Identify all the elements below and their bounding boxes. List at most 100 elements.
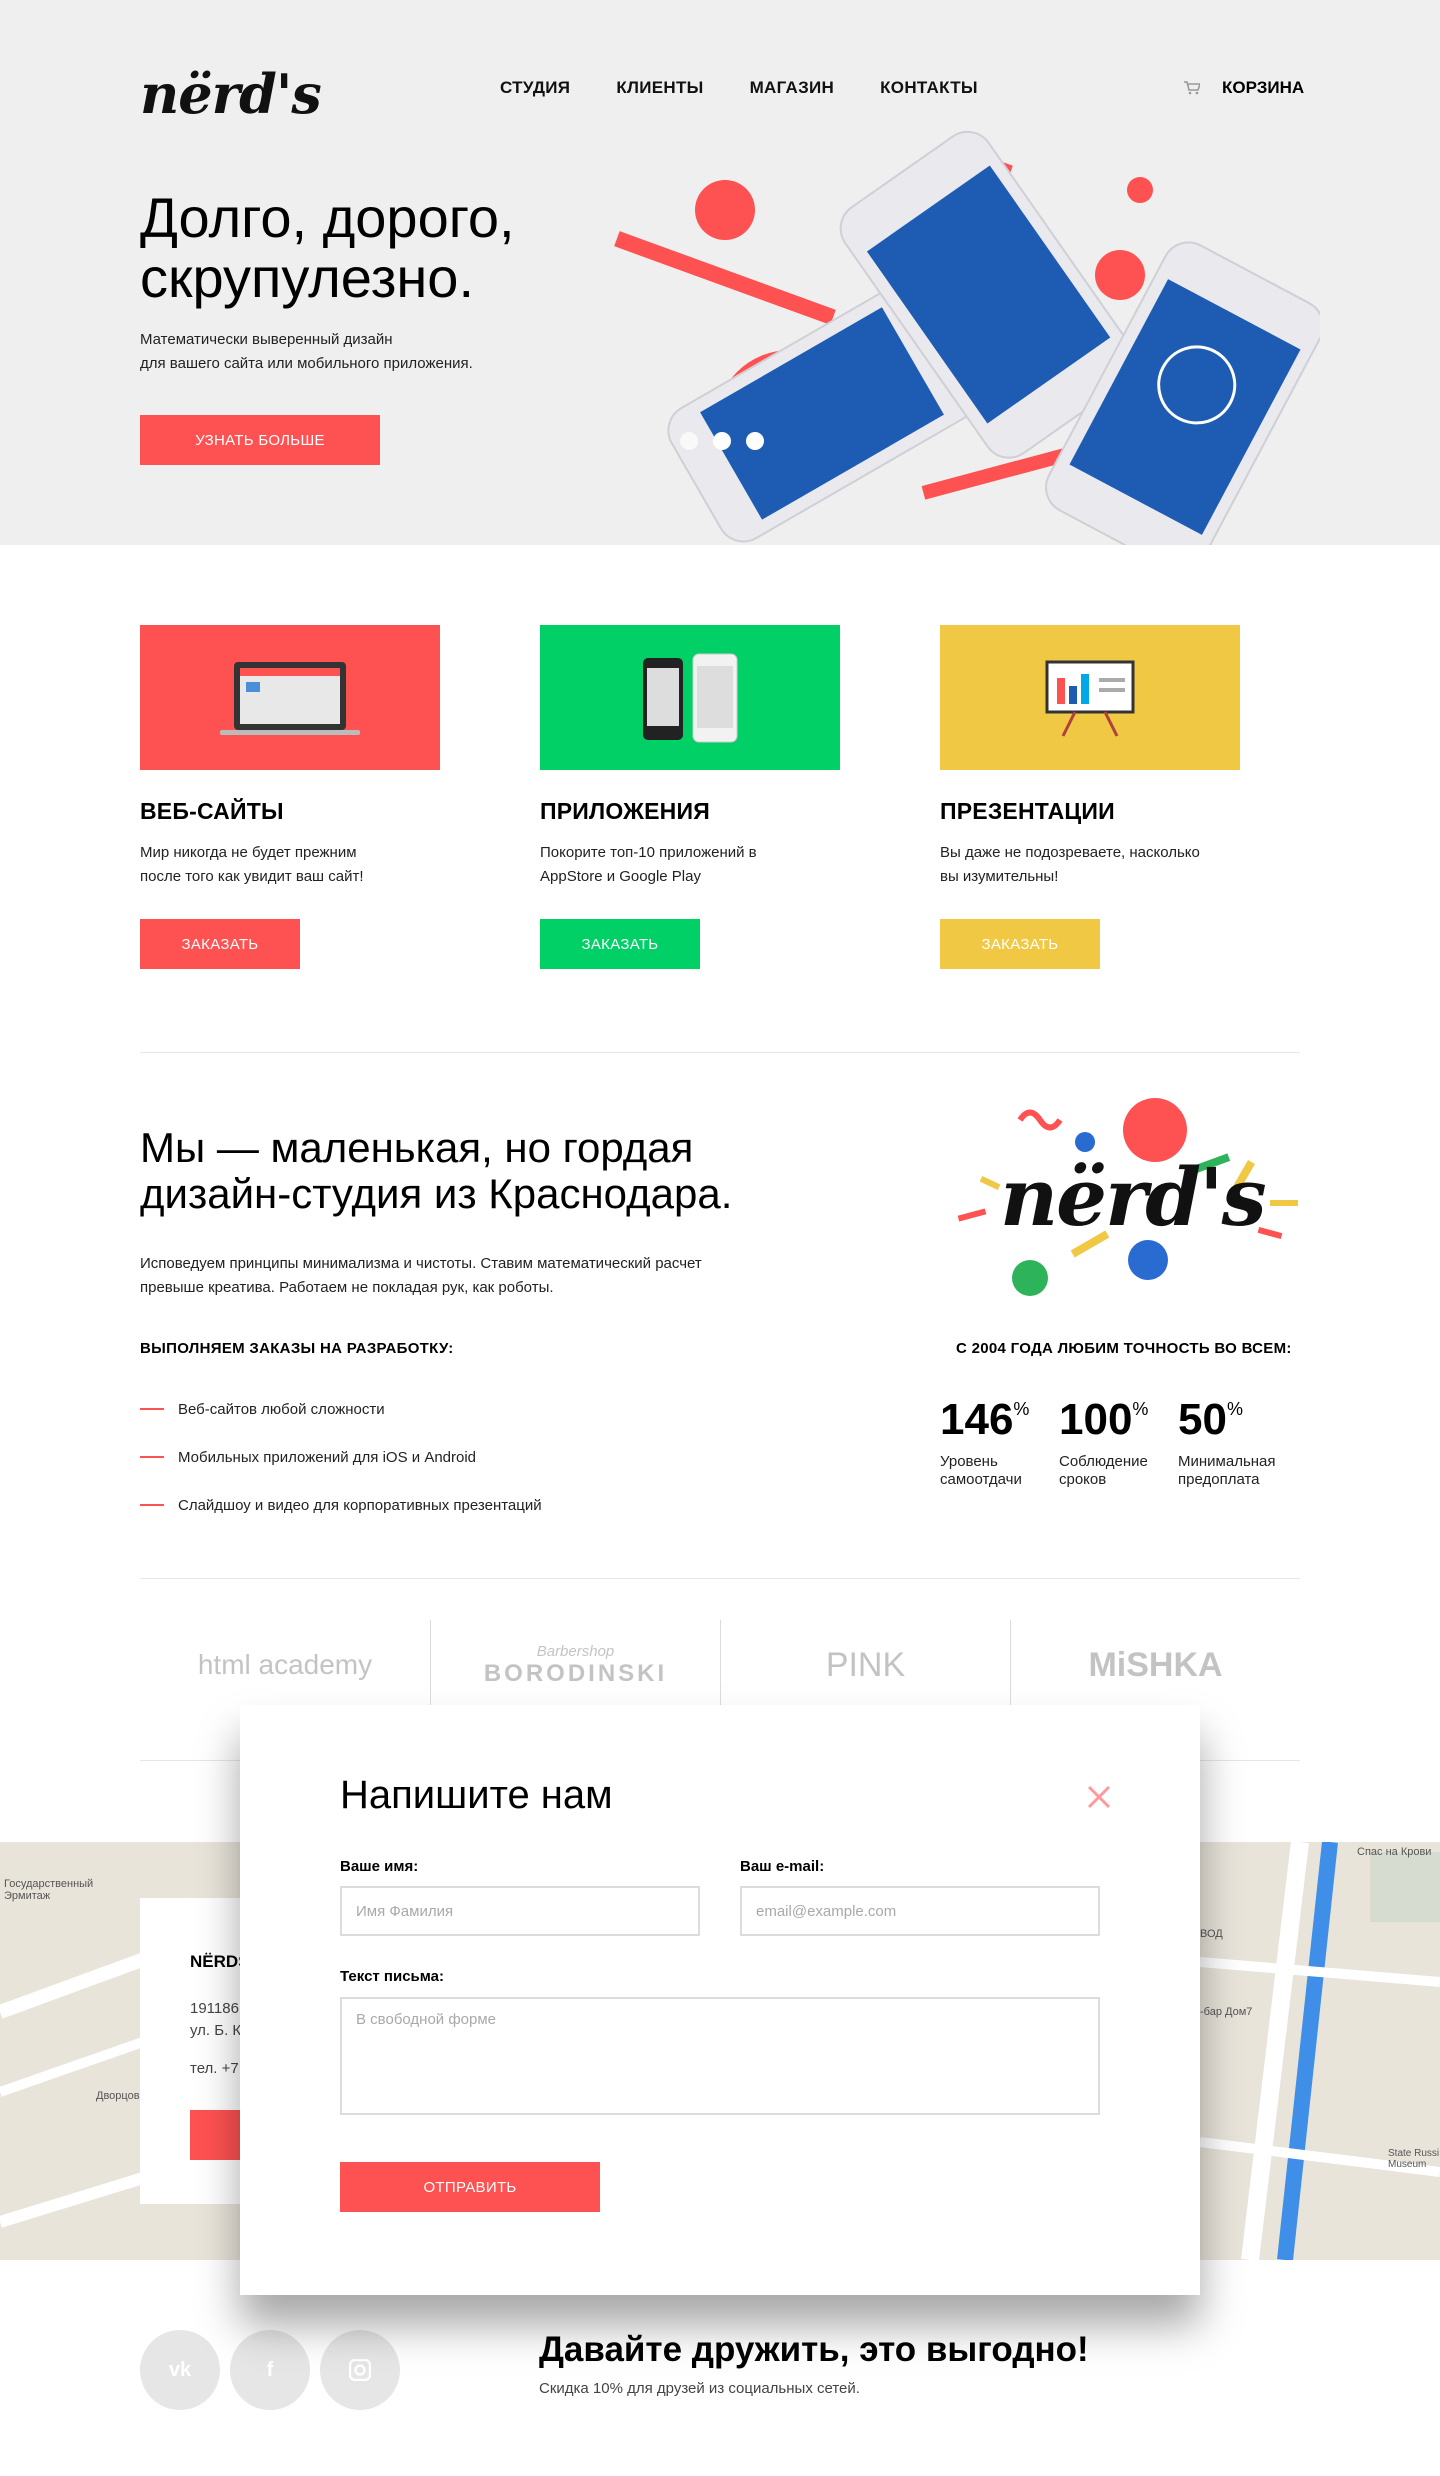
order-websites-button[interactable]: ЗАКАЗАТЬ [140,919,300,969]
client-name: BORODINSKI [483,1659,668,1687]
instagram-button[interactable] [320,2330,400,2410]
email-input[interactable] [740,1886,1100,1936]
contact-address-line1: 191186 [190,2000,239,2017]
message-textarea[interactable] [340,1997,1100,2115]
service-websites: ВЕБ-САЙТЫ Мир никогда не будет прежним п… [140,625,440,969]
order-apps-button[interactable]: ЗАКАЗАТЬ [540,919,700,969]
facebook-button[interactable]: f [230,2330,310,2410]
services-list-title: ВЫПОЛНЯЕМ ЗАКАЗЫ НА РАЗРАБОТКУ: [140,1340,454,1357]
stat-prepayment: 50% Минимальная предоплата [1178,1395,1298,1489]
footer-title: Давайте дружить, это выгодно! [539,2330,1089,2369]
nav-item-contacts[interactable]: КОНТАКТЫ [880,78,978,98]
stat-label-line2: предоплата [1178,1471,1260,1488]
learn-more-button[interactable]: УЗНАТЬ БОЛЬШЕ [140,415,380,465]
map-label: State Russi Museum [1388,2148,1440,2170]
map-label: Дворцов [96,2090,140,2102]
client-name: html academy [197,1649,373,1680]
map-label: Спас на Крови [1357,1846,1432,1858]
service-apps-picture [540,625,840,770]
stat-unit: % [1013,1399,1030,1419]
name-input[interactable] [340,1886,700,1936]
nav-item-shop[interactable]: МАГАЗИН [750,78,835,98]
map-label: -бар Дом7 [1200,2006,1253,2018]
slider-dot-2[interactable] [713,432,731,450]
email-label: Ваш e-mail: [740,1858,825,1875]
hero-subtitle-line1: Математически выверенный дизайн [140,331,393,348]
facebook-icon: f [266,2358,274,2381]
client-mishka[interactable]: MiSHKA [1010,1620,1300,1710]
service-presentations-text: Вы даже не подозреваете, насколько вы из… [940,844,1200,885]
phones-icon [643,653,738,742]
nav-item-clients[interactable]: КЛИЕНТЫ [616,78,703,98]
laptop-icon [220,661,360,735]
hero: nërd's СТУДИЯ КЛИЕНТЫ МАГАЗИН КОНТАКТЫ К… [0,0,1440,545]
client-pink[interactable]: PINK [720,1620,1010,1710]
divider [140,1578,1300,1579]
service-apps: ПРИЛОЖЕНИЯ Покорите топ-10 приложений в … [540,625,840,969]
stat-label-line1: Уровень [940,1453,998,1470]
list-item: Веб-сайтов любой сложности [140,1385,542,1433]
slider-dot-1[interactable] [680,432,698,450]
about-logo-illustration: nërd's [940,1090,1300,1310]
stat-value: 146 [940,1395,1014,1444]
presentation-board-icon [1045,660,1135,737]
slider-dots [680,432,764,450]
stat-label-line1: Соблюдение [1059,1453,1148,1470]
about-title-line2: дизайн-студия из Краснодара. [140,1170,733,1217]
client-html-academy[interactable]: html academy [140,1620,430,1710]
service-websites-title: ВЕБ-САЙТЫ [140,798,284,824]
stat-unit: % [1132,1399,1149,1419]
service-websites-text: Мир никогда не будет прежним после того … [140,844,364,885]
modal-title: Напишите нам [340,1773,613,1817]
slider-dot-3[interactable] [746,432,764,450]
map-label: ВОД [1200,1928,1223,1940]
list-item: Мобильных приложений для iOS и Android [140,1433,542,1481]
service-websites-picture [140,625,440,770]
logo[interactable]: nërd's [140,62,322,126]
nav-item-studio[interactable]: СТУДИЯ [500,78,570,98]
client-name: PINK [825,1645,906,1684]
service-presentations: ПРЕЗЕНТАЦИИ Вы даже не подозреваете, нас… [940,625,1240,969]
service-presentations-picture [940,625,1240,770]
client-subname: Barbershop [536,1642,615,1660]
cart-icon [1184,81,1200,95]
cart-link[interactable]: КОРЗИНА [1184,78,1304,98]
divider [140,1052,1300,1053]
about-title-line1: Мы — маленькая, но гордая [140,1124,694,1171]
stat-unit: % [1226,1399,1243,1419]
about-title: Мы — маленькая, но гордая дизайн-студия … [140,1125,840,1217]
about-text: Исповедуем принципы минимализма и чистот… [140,1252,780,1300]
stat-dedication: 146% Уровень самоотдачи [940,1395,1060,1489]
hero-illustration [614,130,1320,545]
contact-phone: тел. +7 [190,2060,239,2077]
stat-value: 100 [1059,1395,1133,1444]
contact-address-line2: ул. Б. К [190,2022,242,2039]
submit-button[interactable]: ОТПРАВИТЬ [340,2162,600,2212]
name-label: Ваше имя: [340,1858,419,1875]
client-borodinski[interactable]: Barbershop BORODINSKI [430,1620,720,1710]
about-text-line2: превыше креатива. Работаем не покладая р… [140,1279,554,1296]
client-name: MiSHKA [1088,1645,1223,1684]
cart-label: КОРЗИНА [1222,78,1305,97]
service-apps-title: ПРИЛОЖЕНИЯ [540,798,710,824]
stat-label-line1: Минимальная [1178,1453,1276,1470]
stat-value: 50 [1178,1395,1227,1444]
message-label: Текст письма: [340,1968,445,1985]
service-presentations-title: ПРЕЗЕНТАЦИИ [940,798,1115,824]
stats-title: С 2004 ГОДА ЛЮБИМ ТОЧНОСТЬ ВО ВСЕМ: [956,1340,1292,1357]
map-label: Государственный Эрмитаж [4,1878,94,1902]
main-nav: СТУДИЯ КЛИЕНТЫ МАГАЗИН КОНТАКТЫ [500,78,978,98]
hero-subtitle: Математически выверенный дизайн для ваше… [140,328,600,376]
vk-button[interactable]: vk [140,2330,220,2410]
vk-icon: vk [168,2358,192,2381]
close-icon[interactable] [1085,1783,1113,1811]
contact-address: 191186 ул. Б. К [190,1998,241,2042]
footer-text: Скидка 10% для друзей из социальных сете… [539,2380,860,2397]
services-list: Веб-сайтов любой сложности Мобильных при… [140,1385,542,1529]
about-text-line1: Исповедуем принципы минимализма и чистот… [140,1255,702,1272]
feedback-modal: Напишите нам Ваше имя: Ваш e-mail: Текст… [240,1705,1200,2295]
order-presentations-button[interactable]: ЗАКАЗАТЬ [940,919,1100,969]
about-logo: nërd's [1000,1150,1267,1244]
instagram-icon [349,2359,371,2381]
list-item: Слайдшоу и видео для корпоративных презе… [140,1481,542,1529]
